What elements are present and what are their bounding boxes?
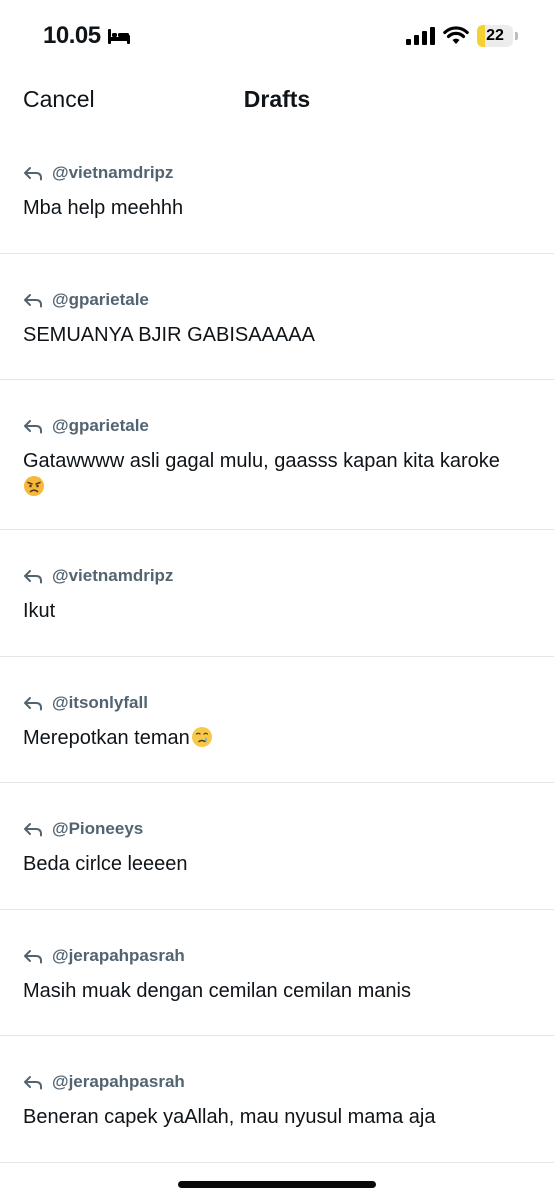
- status-indicators: 22: [405, 25, 518, 47]
- draft-item[interactable]: @gparietale Gatawwww asli gagal mulu, gaa…: [0, 380, 554, 530]
- draft-item[interactable]: @itsonlyfall Merepotkan teman: [0, 657, 554, 783]
- reply-arrow-icon: [23, 948, 43, 964]
- draft-text: Mba help meehhh: [23, 195, 534, 221]
- draft-text: Beda cirlce leeeen: [23, 851, 534, 877]
- draft-list: @vietnamdripz Mba help meehhh @gparietale S…: [0, 127, 554, 1163]
- reply-handle: @vietnamdripz: [52, 566, 174, 585]
- draft-text-content: Masih muak dengan cemilan cemilan manis: [23, 979, 411, 1002]
- reply-arrow-icon: [23, 1074, 43, 1090]
- draft-text-content: Ikut: [23, 600, 56, 622]
- draft-text-content: SEMUANYA BJIR GABISAAAAA: [23, 323, 315, 346]
- draft-item[interactable]: @vietnamdripz Mba help meehhh: [0, 127, 554, 254]
- draft-text-content: Gatawwww asli gagal mulu, gaasss kapan k…: [23, 450, 500, 472]
- draft-text: Masih muak dengan cemilan cemilan manis: [23, 978, 534, 1004]
- cellular-signal-icon: [406, 27, 435, 45]
- reply-arrow-icon: [23, 695, 43, 711]
- draft-text-content: Mba help meehhh: [23, 197, 184, 219]
- battery-indicator: 22: [477, 25, 513, 47]
- reply-handle: @gparietale: [52, 416, 149, 435]
- home-indicator[interactable]: [178, 1181, 376, 1188]
- draft-item[interactable]: @gparietale SEMUANYA BJIR GABISAAAAA: [0, 254, 554, 380]
- draft-text-content: Beneran capek yaAllah, mau nyusul mama a…: [23, 1106, 436, 1128]
- reply-meta: @vietnamdripz: [23, 564, 534, 588]
- draft-item[interactable]: @jerapahpasrah Beneran capek yaAllah, mau…: [0, 1036, 554, 1163]
- draft-item[interactable]: @vietnamdripz Ikut: [0, 530, 554, 657]
- draft-text: Gatawwww asli gagal mulu, gaasss kapan k…: [23, 448, 534, 500]
- reply-meta: @Pioneeys: [23, 817, 534, 841]
- draft-item[interactable]: @jerapahpasrah Masih muak dengan cemilan …: [0, 910, 554, 1036]
- reply-meta: @gparietale: [23, 414, 534, 438]
- draft-text: Ikut: [23, 598, 534, 624]
- reply-arrow-icon: [23, 418, 43, 434]
- reply-meta: @itsonlyfall: [23, 691, 534, 715]
- draft-text: SEMUANYA BJIR GABISAAAAA: [23, 322, 534, 348]
- reply-meta: @jerapahpasrah: [23, 944, 534, 968]
- angry-face-icon: [23, 475, 45, 497]
- status-time: 10.05: [43, 22, 131, 50]
- draft-text: Merepotkan teman: [23, 725, 534, 751]
- battery-fill: [477, 25, 485, 47]
- reply-handle: @jerapahpasrah: [52, 1072, 185, 1091]
- battery-level: 22: [486, 27, 504, 44]
- draft-text: Beneran capek yaAllah, mau nyusul mama a…: [23, 1104, 534, 1130]
- reply-meta: @jerapahpasrah: [23, 1070, 534, 1094]
- bed-icon: [107, 29, 130, 44]
- reply-arrow-icon: [23, 292, 43, 308]
- wifi-icon: [443, 26, 469, 44]
- reply-meta: @vietnamdripz: [23, 161, 534, 185]
- reply-arrow-icon: [23, 821, 43, 837]
- reply-handle: @jerapahpasrah: [52, 945, 185, 965]
- battery-cap: [515, 32, 518, 40]
- page-title: Drafts: [243, 86, 311, 112]
- reply-handle: @Pioneeys: [52, 819, 144, 838]
- reply-handle: @gparietale: [52, 289, 149, 309]
- reply-handle: @itsonlyfall: [52, 692, 148, 712]
- draft-text-content: Beda cirlce leeeen: [23, 853, 188, 875]
- reply-meta: @gparietale: [23, 288, 534, 312]
- face-holding-back-tears-icon: [191, 726, 213, 748]
- status-bar: 10.05 22: [0, 0, 554, 72]
- draft-item[interactable]: @Pioneeys Beda cirlce leeeen: [0, 783, 554, 910]
- reply-handle: @vietnamdripz: [52, 163, 174, 182]
- clock-text: 10.05: [43, 22, 101, 49]
- draft-text-content: Merepotkan teman: [23, 726, 190, 749]
- reply-arrow-icon: [23, 165, 43, 181]
- reply-arrow-icon: [23, 568, 43, 584]
